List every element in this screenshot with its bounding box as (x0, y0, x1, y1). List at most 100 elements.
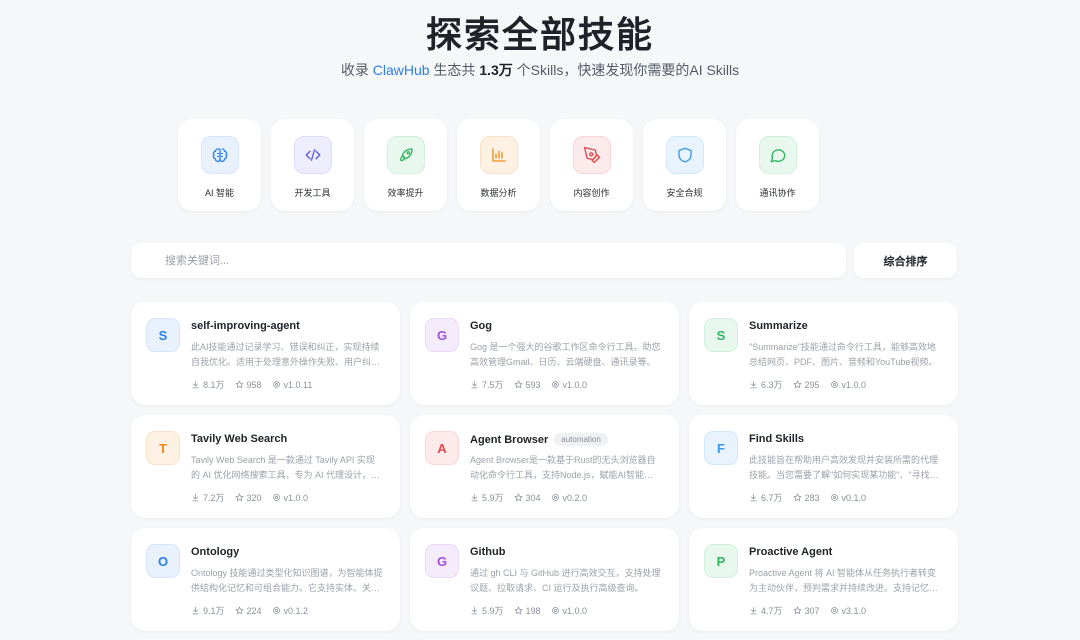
subtitle-suffix: 个Skills，快速发现你需要的AI Skills (512, 62, 740, 78)
skill-count: 1.3万 (479, 62, 513, 78)
version-icon (830, 494, 838, 501)
version-icon (551, 607, 559, 614)
brain-icon (200, 136, 239, 174)
skill-avatar: G (425, 544, 459, 578)
download-count: 9.1万 (203, 606, 225, 616)
version-icon (272, 381, 280, 388)
skill-card[interactable]: S Summarize "Summarize"技能通过命令行工具，能够高效地总结… (689, 302, 958, 405)
skill-avatar: S (146, 318, 180, 352)
download-icon (471, 494, 478, 502)
skill-tag[interactable]: automation (554, 433, 608, 446)
download-icon (750, 607, 757, 615)
category-productivity[interactable]: 效率提升 (364, 119, 447, 211)
version-label: v0.1.2 (283, 605, 309, 616)
skill-card[interactable]: F Find Skills 此技能旨在帮助用户高效发现并安装所需的代理技能。当您… (689, 415, 958, 518)
sort-button[interactable]: 综合排序 (854, 243, 957, 278)
skill-description: Tavily Web Search 是一款通过 Tavily API 实现的 A… (191, 455, 381, 480)
shield-icon (665, 136, 704, 174)
skill-description: Ontology 技能通过类型化知识图谱，为智能体提供结构化记忆和可组合能力。它… (191, 568, 383, 593)
version-icon (272, 494, 280, 501)
skill-meta: 9.1万 224 v0.1.2 (191, 604, 308, 617)
download-count: 8.1万 (203, 380, 225, 390)
skill-card[interactable]: A Agent Browser automation Agent Browser是… (410, 415, 679, 518)
page-title: 探索全部技能 (425, 14, 654, 55)
skill-avatar: A (425, 431, 459, 465)
category-label: 内容创作 (573, 188, 610, 198)
download-icon (192, 607, 199, 615)
category-data-analysis[interactable]: 数据分析 (457, 119, 540, 211)
skill-title: Proactive Agent (749, 546, 833, 558)
version-icon (551, 494, 559, 501)
download-count: 7.5万 (482, 380, 504, 390)
version-label: v1.0.11 (283, 379, 313, 390)
category-label: 数据分析 (480, 188, 517, 198)
skill-avatar: T (146, 431, 180, 465)
subtitle-mid: 生态共 (429, 62, 480, 78)
download-icon (471, 607, 478, 615)
version-icon (830, 607, 838, 614)
version-label: v1.0.0 (562, 379, 588, 390)
pen-icon (572, 136, 611, 174)
category-label: 开发工具 (294, 188, 331, 198)
skill-meta: 5.9万 198 v1.0.0 (470, 604, 587, 617)
skill-card[interactable]: P Proactive Agent Proactive Agent 将 AI 智… (689, 528, 958, 631)
skill-card[interactable]: O Ontology Ontology 技能通过类型化知识图谱，为智能体提供结构… (131, 528, 400, 631)
version-icon (830, 381, 838, 388)
star-icon (513, 380, 523, 389)
star-count: 198 (525, 605, 541, 616)
skill-title: Ontology (191, 546, 240, 558)
skill-meta: 8.1万 958 v1.0.11 (191, 378, 312, 391)
subtitle-prefix: 收录 (340, 62, 373, 78)
skill-card[interactable]: S self-improving-agent 此AI技能通过记录学习、错误和纠正… (131, 302, 400, 405)
download-icon (192, 494, 199, 502)
star-icon (513, 493, 523, 502)
search-input[interactable] (131, 243, 846, 278)
skill-meta: 6.7万 283 v0.1.0 (749, 491, 866, 504)
version-icon (272, 607, 280, 614)
skill-card[interactable]: T Tavily Web Search Tavily Web Search 是一… (131, 415, 400, 518)
category-content[interactable]: 内容创作 (550, 119, 633, 211)
skill-description: 通过 gh CLI 与 GitHub 进行高效交互，支持处理议题、拉取请求、CI… (470, 568, 661, 593)
category-label: 安全合规 (666, 188, 703, 198)
category-label: 通讯协作 (759, 188, 796, 198)
version-label: v0.2.0 (562, 492, 588, 503)
star-icon (792, 606, 802, 615)
skill-meta: 7.2万 320 v1.0.0 (191, 491, 308, 504)
star-count: 320 (246, 492, 262, 503)
skill-avatar: O (146, 544, 180, 578)
skill-title: self-improving-agent (191, 320, 300, 332)
category-dev-tools[interactable]: 开发工具 (271, 119, 354, 211)
category-label: AI 智能 (204, 188, 234, 198)
skill-title: Find Skills (749, 433, 805, 445)
category-communication[interactable]: 通讯协作 (736, 119, 819, 211)
download-count: 7.2万 (203, 493, 225, 503)
version-label: v1.0.0 (283, 492, 309, 503)
star-icon (792, 493, 802, 502)
skill-avatar: S (704, 318, 738, 352)
version-icon (551, 381, 559, 388)
download-count: 6.3万 (761, 380, 783, 390)
skill-description: Gog 是一个强大的谷歌工作区命令行工具。助您高效管理Gmail、日历、云端硬盘… (470, 342, 661, 367)
star-count: 224 (246, 605, 262, 616)
category-ai[interactable]: AI 智能 (178, 119, 261, 211)
star-count: 304 (525, 492, 541, 503)
star-count: 283 (804, 492, 820, 503)
skill-card[interactable]: G Gog Gog 是一个强大的谷歌工作区命令行工具。助您高效管理Gmail、日… (410, 302, 679, 405)
skill-title: Agent Browser (470, 433, 549, 446)
category-bar: AI 智能 开发工具 效率提升 数据分析 内容创作 安全合规 通讯协作 (178, 119, 819, 211)
star-icon (513, 606, 523, 615)
skill-grid: S self-improving-agent 此AI技能通过记录学习、错误和纠正… (131, 302, 958, 631)
page-subtitle: 收录 ClawHub 生态共 1.3万 个Skills，快速发现你需要的AI S… (0, 60, 1080, 80)
skill-card[interactable]: G Github 通过 gh CLI 与 GitHub 进行高效交互，支持处理议… (410, 528, 679, 631)
skill-title: Tavily Web Search (191, 433, 288, 445)
version-label: v0.1.0 (841, 492, 867, 503)
star-icon (234, 493, 244, 502)
category-security[interactable]: 安全合规 (643, 119, 726, 211)
category-label: 效率提升 (387, 188, 424, 198)
star-icon (234, 606, 244, 615)
brand-link[interactable]: ClawHub (373, 62, 430, 78)
star-count: 958 (246, 379, 262, 390)
code-icon (293, 136, 332, 174)
skill-avatar: P (704, 544, 738, 578)
skill-avatar: G (425, 318, 459, 352)
